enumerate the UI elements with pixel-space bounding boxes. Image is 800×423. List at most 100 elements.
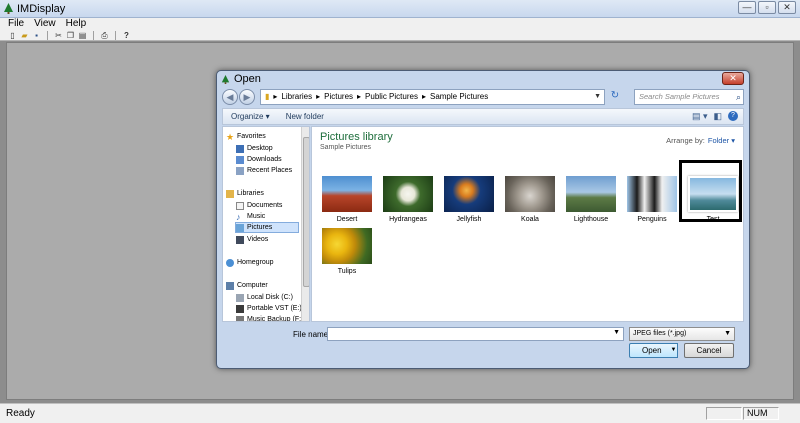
- desktop-icon: [236, 144, 244, 153]
- nav-documents[interactable]: Documents: [236, 200, 282, 211]
- pictures-icon: [236, 223, 244, 232]
- nav-local-disk[interactable]: Local Disk (C:): [236, 292, 293, 303]
- file-list: Pictures library Sample Pictures Arrange…: [311, 126, 744, 322]
- music-icon: ♪: [236, 211, 241, 222]
- nav-libraries[interactable]: Libraries: [226, 188, 264, 199]
- app-titlebar: IMDisplay — ▫ ✕: [0, 0, 800, 18]
- file-jellyfish[interactable]: Jellyfish: [443, 176, 495, 223]
- scroll-thumb[interactable]: [303, 137, 309, 287]
- arrange-by-dropdown[interactable]: Folder ▾: [708, 136, 735, 145]
- tree-icon: [221, 74, 230, 84]
- libraries-icon: [226, 189, 234, 198]
- back-button[interactable]: ◀: [222, 89, 238, 105]
- organize-button[interactable]: Organize ▾: [223, 112, 278, 121]
- new-file-icon[interactable]: ▯: [8, 31, 17, 40]
- open-dialog: Open ✕ ◀ ▶ ▮ ▸ Libraries ▸ Pictures ▸ Publi…: [216, 70, 750, 369]
- nav-videos[interactable]: Videos: [236, 234, 268, 245]
- computer-icon: [226, 281, 234, 290]
- documents-icon: [236, 201, 244, 210]
- library-title: Pictures library: [320, 131, 393, 143]
- print-icon[interactable]: ⎙: [100, 31, 109, 40]
- nav-computer[interactable]: Computer: [226, 280, 268, 291]
- status-pane-empty: [706, 407, 742, 420]
- navigation-pane: ★ Favorites Desktop Downloads Recent Plac…: [222, 126, 310, 322]
- file-type-select[interactable]: JPEG files (*.jpg) ▼: [629, 327, 735, 341]
- view-options-icon[interactable]: ▤ ▾: [692, 111, 708, 122]
- menu-bar: File View Help: [0, 18, 800, 30]
- file-name-input[interactable]: ▼: [327, 327, 624, 341]
- nav-recent-places[interactable]: Recent Places: [236, 165, 292, 176]
- minimize-button[interactable]: —: [738, 1, 756, 14]
- toolbar: ▯ ▰ ▪ ✂ ❐ ▤ ⎙ ?: [0, 30, 800, 41]
- dialog-close-button[interactable]: ✕: [722, 72, 744, 85]
- dialog-title: Open: [234, 73, 261, 85]
- breadcrumb-sample-pictures[interactable]: Sample Pictures: [430, 90, 488, 104]
- open-folder-icon[interactable]: ▰: [20, 31, 29, 40]
- nav-downloads[interactable]: Downloads: [236, 154, 282, 165]
- nav-music-backup[interactable]: Music Backup (F:: [236, 314, 301, 321]
- dialog-titlebar: Open: [221, 73, 261, 85]
- file-lighthouse[interactable]: Lighthouse: [565, 176, 617, 223]
- file-penguins[interactable]: Penguins: [626, 176, 678, 223]
- videos-icon: [236, 235, 244, 244]
- close-button[interactable]: ✕: [778, 1, 796, 14]
- nav-desktop[interactable]: Desktop: [236, 143, 273, 154]
- tree-icon: [4, 3, 13, 14]
- command-bar: Organize ▾ New folder ▤ ▾ ◧ ?: [222, 108, 744, 125]
- downloads-icon: [236, 155, 244, 164]
- breadcrumb-public-pictures[interactable]: Public Pictures: [365, 90, 418, 104]
- jellyfish-thumbnail: [444, 176, 494, 212]
- copy-icon[interactable]: ❐: [66, 31, 75, 40]
- preview-pane-icon[interactable]: ◧: [713, 111, 722, 122]
- file-tulips[interactable]: Tulips: [321, 228, 373, 275]
- search-icon[interactable]: ⌕: [736, 90, 741, 104]
- homegroup-icon: [226, 258, 234, 267]
- disk-icon: [236, 293, 244, 302]
- cancel-button[interactable]: Cancel: [684, 343, 734, 358]
- status-bar: Ready NUM: [0, 403, 800, 423]
- nav-music[interactable]: ♪ Music: [236, 211, 265, 222]
- nav-scrollbar[interactable]: [301, 127, 309, 321]
- chevron-down-icon[interactable]: ▼: [594, 90, 601, 104]
- forward-button[interactable]: ▶: [239, 89, 255, 105]
- chevron-down-icon[interactable]: ▼: [613, 329, 620, 336]
- cut-icon[interactable]: ✂: [54, 31, 63, 40]
- folder-icon: ▮: [265, 92, 270, 101]
- breadcrumb-pictures[interactable]: Pictures: [324, 90, 353, 104]
- nav-portable-vst[interactable]: Portable VST (E:): [236, 303, 302, 314]
- koala-thumbnail: [505, 176, 555, 212]
- paste-icon[interactable]: ▤: [78, 31, 87, 40]
- file-koala[interactable]: Koala: [504, 176, 556, 223]
- tulips-thumbnail: [322, 228, 372, 264]
- nav-favorites[interactable]: ★ Favorites: [226, 131, 266, 142]
- drive-icon: [236, 304, 244, 313]
- nav-pictures[interactable]: Pictures: [235, 222, 299, 233]
- save-icon[interactable]: ▪: [32, 31, 41, 40]
- penguins-thumbnail: [627, 176, 677, 212]
- menu-file[interactable]: File: [8, 18, 24, 30]
- status-num: NUM: [743, 407, 779, 420]
- help-icon[interactable]: ?: [728, 111, 738, 121]
- menu-help[interactable]: Help: [66, 18, 87, 30]
- new-folder-button[interactable]: New folder: [278, 112, 332, 121]
- address-bar[interactable]: ▮ ▸ Libraries ▸ Pictures ▸ Public Pictures …: [260, 89, 605, 105]
- maximize-button[interactable]: ▫: [758, 1, 776, 14]
- status-text: Ready: [6, 408, 35, 419]
- refresh-icon[interactable]: ↻: [608, 89, 622, 105]
- help-icon[interactable]: ?: [122, 31, 131, 40]
- arrange-by: Arrange by: Folder ▾: [666, 136, 735, 145]
- drive-icon: [236, 315, 244, 321]
- breadcrumb-libraries[interactable]: Libraries: [281, 90, 312, 104]
- file-hydrangeas[interactable]: Hydrangeas: [382, 176, 434, 223]
- app-title: IMDisplay: [17, 3, 66, 15]
- star-icon: ★: [226, 131, 235, 142]
- search-input[interactable]: Search Sample Pictures ⌕: [634, 89, 744, 105]
- hydrangeas-thumbnail: [383, 176, 433, 212]
- file-desert[interactable]: Desert: [321, 176, 373, 223]
- chevron-down-icon[interactable]: ▼: [724, 328, 731, 340]
- menu-view[interactable]: View: [34, 18, 56, 30]
- highlight-box: [679, 160, 742, 222]
- nav-homegroup[interactable]: Homegroup: [226, 257, 274, 268]
- recent-places-icon: [236, 166, 244, 175]
- open-dropdown-button[interactable]: ▼: [670, 343, 678, 358]
